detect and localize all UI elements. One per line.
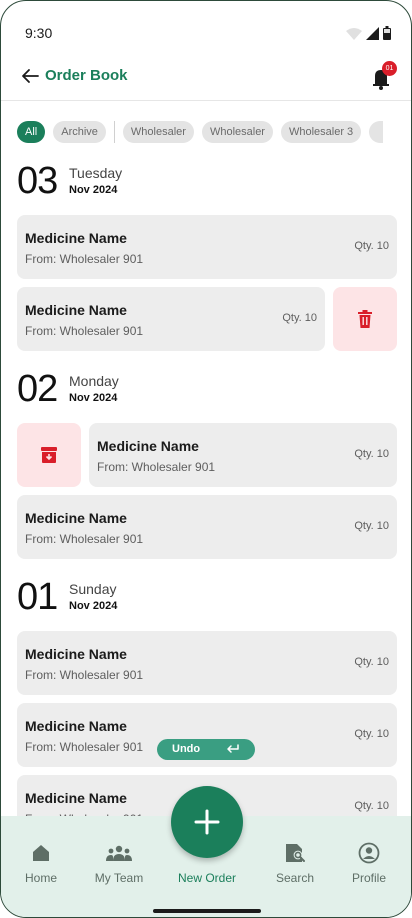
status-time: 9:30 [25,25,53,41]
chip-wholesaler-3[interactable]: Wholesaler 3 [280,121,362,143]
order-card[interactable]: Medicine Name From: Wholesaler 901 Qty. … [89,423,397,487]
filter-chips: All Archive Wholesaler Wholesaler Wholes… [17,120,384,144]
medicine-name: Medicine Name [25,790,127,806]
date-day: 02 [17,368,58,410]
chip-archive[interactable]: Archive [53,121,106,143]
order-source: From: Wholesaler 901 [25,740,144,754]
order-card[interactable]: Medicine Name From: Wholesaler 901 Qty. … [17,215,397,279]
home-icon [33,845,49,861]
nav-search-label: Search [275,871,315,885]
medicine-name: Medicine Name [97,438,199,454]
order-source: From: Wholesaler 901 [25,668,144,682]
medicine-name: Medicine Name [25,302,127,318]
date-day: 03 [17,160,58,202]
medicine-name: Medicine Name [25,718,127,734]
profile-icon [358,842,380,864]
app-bar: Order Book 01 [1,53,411,101]
nav-my-team-label: My Team [94,871,144,885]
chip-wholesaler-1[interactable]: Wholesaler [122,121,194,143]
order-qty: Qty. 10 [354,728,389,740]
new-order-fab[interactable] [171,786,243,858]
nav-home[interactable]: Home [5,841,77,885]
archive-icon [41,447,57,463]
chip-all[interactable]: All [17,121,46,143]
date-weekday: Sunday [69,581,117,597]
date-month-year: Nov 2024 [69,392,118,404]
order-card[interactable]: Medicine Name From: Wholesaler 901 Qty. … [17,287,325,351]
delete-action[interactable] [333,287,397,351]
chip-divider [113,121,115,143]
signal-icon [366,27,379,40]
plus-icon [194,809,220,835]
date-weekday: Tuesday [69,165,123,181]
medicine-name: Medicine Name [25,510,127,526]
date-month-year: Nov 2024 [69,600,118,612]
order-qty: Qty. 10 [354,240,389,252]
order-source: From: Wholesaler 901 [97,460,216,474]
medicine-name: Medicine Name [25,230,127,246]
nav-profile[interactable]: Profile [333,841,405,885]
date-day: 01 [17,576,58,618]
order-qty: Qty. 10 [354,520,389,532]
chip-wholesaler-2[interactable]: Wholesaler [201,121,273,143]
order-qty: Qty. 10 [354,800,389,812]
battery-icon [383,26,391,40]
undo-label: Undo [172,743,201,755]
order-qty: Qty. 10 [354,448,389,460]
nav-search[interactable]: Search [259,841,331,885]
order-source: From: Wholesaler 901 [25,252,144,266]
nav-my-team[interactable]: My Team [83,841,155,885]
nav-home-label: Home [24,871,57,885]
date-month-year: Nov 2024 [69,184,118,196]
wifi-icon [346,28,362,40]
order-card[interactable]: Medicine Name From: Wholesaler 901 Qty. … [17,631,397,695]
status-bar: 9:30 [1,1,411,51]
status-icons [346,26,391,40]
order-card[interactable]: Medicine Name From: Wholesaler 901 Qty. … [17,495,397,559]
back-arrow-icon[interactable] [19,65,41,87]
nav-new-order-label: New Order [177,871,236,885]
trash-icon [358,310,372,328]
order-source: From: Wholesaler 901 [25,532,144,546]
notification-badge: 01 [382,61,397,76]
date-weekday: Monday [69,373,119,389]
order-qty: Qty. 10 [282,312,317,324]
nav-profile-label: Profile [351,871,386,885]
undo-return-icon [227,744,239,753]
undo-snackbar[interactable]: Undo [157,739,255,760]
team-icon [106,845,132,861]
search-document-icon [286,844,305,862]
home-indicator [153,909,261,913]
chip-overflow[interactable] [369,121,384,143]
page-title: Order Book [45,67,128,84]
phone-frame: 9:30 Order Book 01 All Archive Wholesale… [0,0,412,918]
order-source: From: Wholesaler 901 [25,324,144,338]
medicine-name: Medicine Name [25,646,127,662]
order-qty: Qty. 10 [354,656,389,668]
archive-action[interactable] [17,423,81,487]
